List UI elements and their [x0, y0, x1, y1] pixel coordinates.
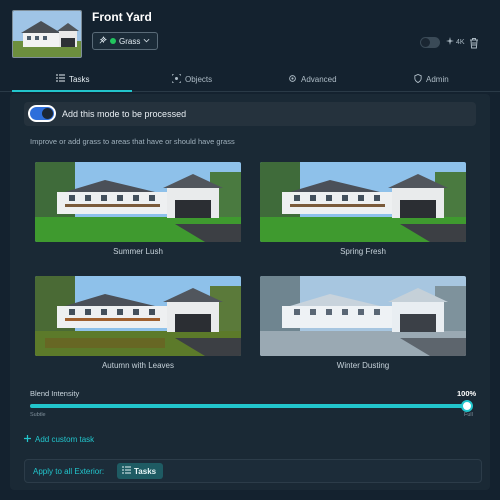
project-thumbnail[interactable] [12, 10, 82, 58]
quality-indicator[interactable]: 4K [446, 37, 465, 47]
blend-slider-track[interactable] [30, 404, 468, 408]
enable-mode-label: Add this mode to be processed [62, 109, 187, 119]
quality-label: 4K [456, 38, 465, 46]
blend-intensity-label: Blend Intensity [30, 389, 80, 398]
header-bar: Front Yard Grass 4K [0, 0, 500, 66]
target-icon [171, 73, 182, 85]
gear-icon [288, 74, 297, 85]
add-custom-task-button[interactable]: Add custom task [24, 435, 94, 444]
trash-icon[interactable] [469, 36, 479, 49]
list-icon [122, 466, 131, 476]
list-icon [56, 74, 65, 84]
shield-icon [414, 73, 422, 85]
option-card-autumn[interactable] [35, 276, 241, 356]
option-label-summer: Summer Lush [113, 247, 163, 256]
mode-status-dot [110, 38, 116, 44]
tab-objects-label: Objects [185, 75, 213, 84]
header-toggle[interactable] [420, 37, 440, 48]
tasks-panel: Add this mode to be processed Improve or… [10, 94, 490, 490]
blend-slider-fill [30, 404, 468, 408]
option-card-spring[interactable] [260, 162, 466, 242]
blend-intensity-value: 100% [457, 389, 477, 398]
apply-to-all-bar: Apply to all Exterior: Tasks [24, 459, 482, 483]
chevron-down-icon [143, 37, 150, 46]
sparkle-icon [98, 35, 107, 47]
mode-selector[interactable]: Grass [92, 32, 158, 50]
add-custom-task-label: Add custom task [35, 435, 95, 444]
tab-admin-label: Admin [426, 75, 449, 84]
mode-label: Grass [119, 36, 141, 46]
option-label-winter: Winter Dusting [336, 361, 390, 370]
tab-tasks-label: Tasks [69, 74, 90, 84]
tab-objects[interactable]: Objects [171, 73, 213, 85]
tab-tasks[interactable]: Tasks [56, 74, 89, 84]
page-title: Front Yard [92, 10, 152, 24]
sparkle-icon [446, 37, 454, 47]
enable-mode-row[interactable]: Add this mode to be processed [24, 102, 476, 126]
active-tab-indicator [12, 90, 132, 92]
blend-min-label: Subtle [30, 412, 46, 418]
tab-advanced[interactable]: Advanced [288, 74, 337, 85]
option-card-summer[interactable] [35, 162, 241, 242]
mode-description: Improve or add grass to areas that have … [30, 137, 235, 146]
plus-icon [24, 435, 31, 444]
option-card-winter[interactable] [260, 276, 466, 356]
tab-bar: Tasks Objects Advanced Admin [0, 68, 500, 92]
tab-admin[interactable]: Admin [414, 73, 449, 85]
apply-tasks-chip-label: Tasks [134, 466, 157, 476]
enable-mode-toggle[interactable] [28, 105, 56, 122]
apply-to-all-label: Apply to all Exterior: [33, 467, 105, 476]
blend-max-label: Full [464, 412, 473, 418]
option-label-autumn: Autumn with Leaves [101, 361, 175, 370]
blend-slider-handle[interactable] [461, 400, 473, 412]
apply-tasks-chip[interactable]: Tasks [117, 463, 163, 479]
tab-advanced-label: Advanced [301, 75, 337, 84]
option-label-spring: Spring Fresh [340, 247, 386, 256]
